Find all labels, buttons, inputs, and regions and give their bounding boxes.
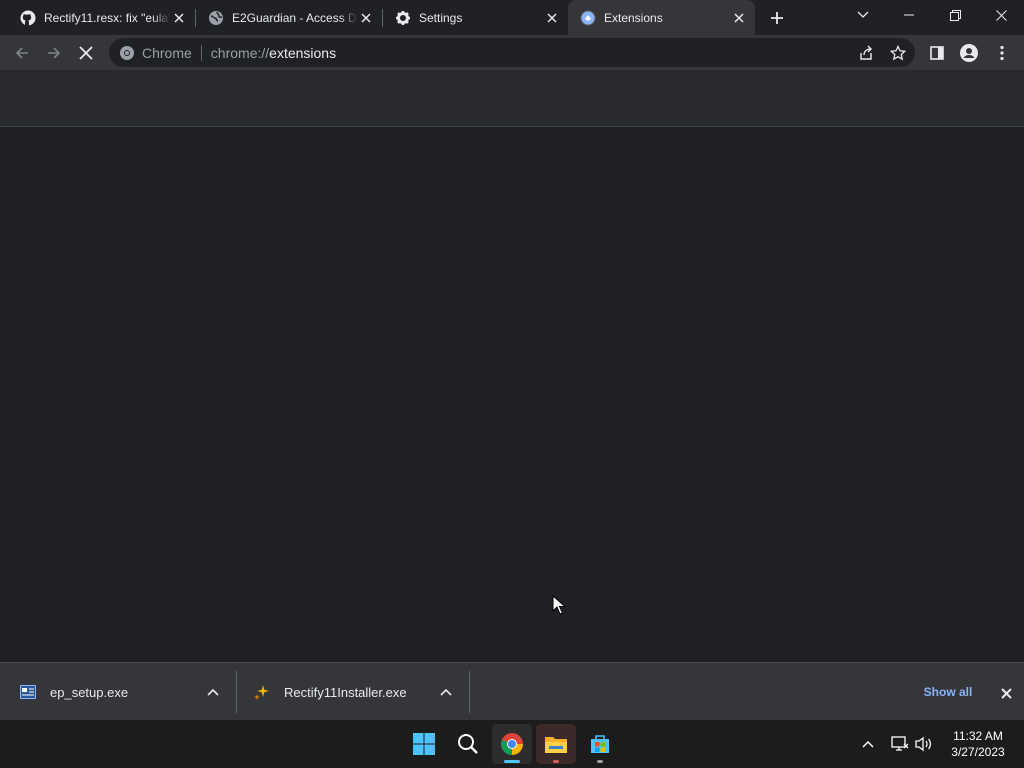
minimize-button[interactable] — [886, 0, 932, 30]
network-icon[interactable] — [890, 734, 910, 754]
close-tab-icon[interactable] — [358, 10, 374, 26]
tab-e2guardian[interactable]: E2Guardian - Access Denied — [188, 0, 382, 35]
extensions-page-body — [0, 127, 1024, 662]
extensions-page-header — [0, 70, 1024, 127]
tab-title: Settings — [419, 10, 463, 25]
clock-date: 3/27/2023 — [951, 745, 1005, 759]
installer-icon — [20, 684, 36, 700]
tab-settings[interactable]: Settings — [375, 0, 568, 35]
tab-extensions[interactable]: Extensions — [568, 0, 755, 35]
open-app-indicator — [597, 760, 603, 763]
show-all-button[interactable]: Show all — [913, 683, 983, 701]
globe-icon — [208, 10, 224, 26]
tab-rectify11[interactable]: Rectify11.resx: fix "eula" text — [0, 0, 195, 35]
windows-taskbar: 11:32 AM 3/27/2023 — [0, 720, 1024, 768]
download-filename: Rectify11Installer.exe — [284, 684, 407, 700]
forward-button[interactable] — [40, 39, 68, 67]
chevron-up-icon[interactable] — [438, 684, 454, 700]
shelf-separator — [236, 671, 237, 713]
screen: Rectify11.resx: fix "eula" text E2Guardi… — [0, 0, 1024, 768]
tab-title: E2Guardian - Access Denied — [232, 10, 358, 25]
back-button[interactable] — [8, 39, 36, 67]
url-host: extensions — [269, 44, 337, 61]
clock-time: 11:32 AM — [953, 729, 1003, 743]
site-chip-label: Chrome — [142, 44, 192, 61]
volume-icon[interactable] — [914, 734, 934, 754]
tab-strip: Rectify11.resx: fix "eula" text E2Guardi… — [0, 0, 1024, 35]
new-tab-button[interactable] — [766, 7, 788, 29]
side-panel-icon[interactable] — [923, 39, 951, 67]
system-clock[interactable]: 11:32 AM 3/27/2023 — [944, 728, 1012, 760]
profile-icon[interactable] — [955, 39, 983, 67]
show-hidden-icons-chevron-icon[interactable] — [858, 734, 878, 754]
stop-loading-button[interactable] — [72, 39, 100, 67]
browser-toolbar: Chrome chrome:// extensions — [0, 35, 1024, 70]
url-scheme: chrome:// — [210, 44, 270, 61]
close-tab-icon[interactable] — [544, 10, 560, 26]
download-item-rectify11[interactable]: Rectify11Installer.exe — [254, 663, 468, 721]
chrome-page-icon — [119, 45, 135, 61]
menu-kebab-icon[interactable] — [988, 39, 1016, 67]
bookmark-star-icon[interactable] — [884, 39, 912, 67]
github-icon — [20, 10, 36, 26]
download-filename: ep_setup.exe — [50, 684, 129, 700]
shelf-separator — [469, 671, 470, 713]
mouse-cursor-icon — [552, 595, 566, 615]
tab-search-button[interactable] — [840, 0, 886, 30]
restore-button[interactable] — [932, 0, 978, 30]
gear-icon — [395, 10, 411, 26]
search-icon[interactable] — [448, 724, 488, 764]
store-icon[interactable] — [580, 724, 620, 764]
chrome-icon[interactable] — [492, 724, 532, 764]
download-item-ep-setup[interactable]: ep_setup.exe — [20, 663, 236, 721]
close-tab-icon[interactable] — [731, 10, 747, 26]
omnibox[interactable]: Chrome chrome:// extensions — [109, 38, 915, 67]
close-shelf-icon[interactable] — [997, 684, 1015, 702]
download-shelf: ep_setup.exe Rectify11Installer.exe Show… — [0, 662, 1024, 720]
close-window-button[interactable] — [978, 0, 1024, 30]
file-explorer-icon[interactable] — [536, 724, 576, 764]
omnibox-divider — [200, 44, 202, 61]
tab-title: Extensions — [604, 10, 663, 25]
sparkle-icon — [254, 684, 270, 700]
chevron-up-icon[interactable] — [205, 684, 221, 700]
tab-title: Rectify11.resx: fix "eula" text — [44, 10, 171, 25]
close-tab-icon[interactable] — [171, 10, 187, 26]
extensions-icon — [580, 10, 596, 26]
share-icon[interactable] — [852, 39, 880, 67]
windows-start-icon[interactable] — [404, 724, 444, 764]
active-app-indicator — [504, 760, 520, 763]
open-app-indicator — [553, 760, 559, 763]
